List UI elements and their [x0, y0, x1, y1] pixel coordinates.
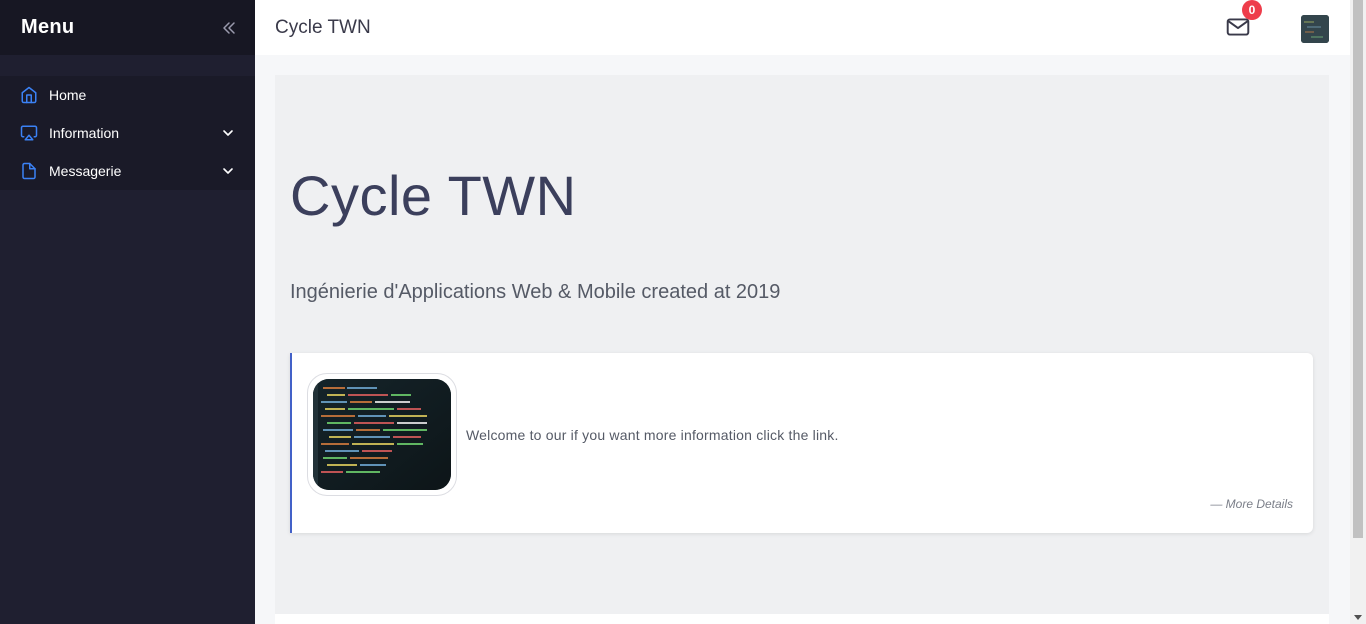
avatar[interactable] — [1301, 15, 1329, 43]
scrollbar[interactable] — [1350, 0, 1366, 624]
sidebar-item-label: Information — [49, 125, 120, 141]
scrollbar-thumb[interactable] — [1353, 0, 1363, 538]
more-details-link[interactable]: — More Details — [1210, 497, 1293, 511]
card-text: Welcome to our if you want more informat… — [466, 427, 839, 443]
hero-subtitle: Ingénierie d'Applications Web & Mobile c… — [290, 281, 781, 303]
sidebar-item-label: Home — [49, 87, 87, 103]
sidebar: Menu Home Information Messagerie — [0, 0, 255, 624]
sidebar-item-label: Messagerie — [49, 163, 122, 179]
monitor-icon — [20, 124, 38, 142]
code-screen-image — [313, 379, 451, 490]
home-icon — [20, 86, 38, 104]
notification-badge: 0 — [1242, 0, 1262, 20]
topbar: Cycle TWN 0 — [255, 0, 1350, 55]
sidebar-brand: Menu — [21, 16, 75, 38]
chevron-down-icon — [221, 164, 235, 178]
footer-strip — [275, 614, 1329, 624]
jumbotron: Cycle TWN Ingénierie d'Applications Web … — [275, 75, 1329, 614]
double-chevron-left-icon[interactable] — [219, 18, 239, 38]
header-title: Cycle TWN — [275, 16, 371, 38]
card-image-frame — [307, 373, 457, 496]
main-content: Cycle TWN Ingénierie d'Applications Web … — [255, 55, 1350, 624]
file-icon — [20, 162, 38, 180]
hero-title: Cycle TWN — [290, 164, 577, 227]
sidebar-item-messagerie[interactable]: Messagerie — [0, 152, 255, 190]
scroll-down-arrow-icon[interactable] — [1354, 615, 1362, 620]
sidebar-item-home[interactable]: Home — [0, 76, 255, 114]
sidebar-item-information[interactable]: Information — [0, 114, 255, 152]
sidebar-nav: Home Information Messagerie — [0, 76, 255, 190]
chevron-down-icon — [221, 126, 235, 140]
info-card: Welcome to our if you want more informat… — [290, 353, 1313, 533]
sidebar-header: Menu — [0, 0, 255, 55]
